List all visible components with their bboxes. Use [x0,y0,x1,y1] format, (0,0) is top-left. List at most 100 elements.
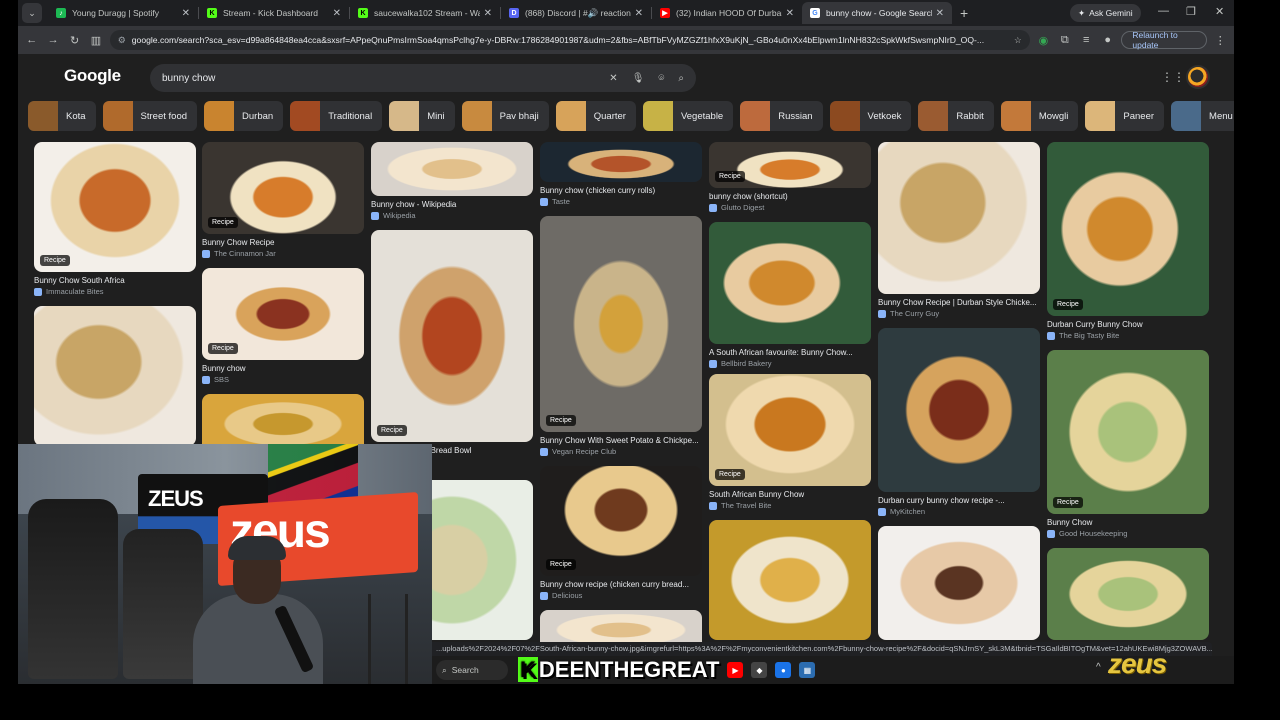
result-title[interactable]: Durban Curry Bunny Chow [1047,320,1209,329]
result-image[interactable] [878,328,1040,492]
result-source[interactable]: Vegan Recipe Club [540,447,702,456]
back-icon[interactable]: ← [24,31,39,49]
tab[interactable]: K saucewalka102 Stream - Watch ✕ [350,2,500,24]
reload-icon[interactable]: ↻ [67,31,82,49]
result-source[interactable]: Immaculate Bites [34,287,196,296]
image-result[interactable] [540,610,702,642]
result-source[interactable]: The Curry Guy [878,309,1040,318]
result-title[interactable]: Bunny Chow Recipe [202,238,364,247]
result-source[interactable]: The Travel Bite [709,501,871,510]
result-image[interactable]: Recipe [1047,350,1209,514]
result-image[interactable]: Recipe [709,374,871,486]
result-title[interactable]: South African Bunny Chow [709,490,871,499]
result-image[interactable]: Recipe [371,230,533,442]
tab[interactable]: ▶ (32) Indian HOOD Of Durban, S ✕ [652,2,802,24]
image-result[interactable]: Recipe Bunny Chow With Sweet Potato & Ch… [540,216,702,456]
result-title[interactable]: Bunny Chow South Africa [34,276,196,285]
ask-gemini-button[interactable]: ✦ Ask Gemini [1070,4,1141,22]
result-title[interactable]: Bunny Chow [1047,518,1209,527]
sidebar-icon[interactable]: ▥ [88,31,103,49]
result-title[interactable]: Bunny chow recipe (chicken curry bread..… [540,580,702,589]
result-image[interactable]: Recipe [202,142,364,234]
result-title[interactable]: Bunny chow (chicken curry rolls) [540,186,702,195]
restore-icon[interactable]: ❐ [1186,5,1196,18]
close-tab-icon[interactable]: ✕ [786,8,794,19]
lens-icon[interactable]: ⌾ [658,73,664,84]
result-image[interactable]: Recipe [540,466,702,576]
image-result[interactable] [34,306,196,446]
image-result[interactable]: Recipe bunny chow (shortcut) Glutto Dige… [709,142,871,212]
result-image[interactable] [371,142,533,196]
close-tab-icon[interactable]: ✕ [333,8,341,19]
result-image[interactable] [34,306,196,446]
result-source[interactable]: Taste [540,197,702,206]
result-source[interactable]: Glutto Digest [709,203,871,212]
chip[interactable]: Vegetable [642,101,734,131]
result-title[interactable]: Bunny chow [202,364,364,373]
image-result[interactable]: Recipe Bunny chow SBS [202,268,364,384]
image-result[interactable]: Bunny chow (chicken curry rolls) Taste [540,142,702,206]
app-icon[interactable]: ▦ [799,662,816,678]
result-image[interactable] [540,610,702,642]
image-result[interactable]: Recipe Bunny Chow South Africa Immaculat… [34,142,196,296]
search-icon[interactable]: ⌕ [678,73,684,84]
more-menu-icon[interactable]: ⋮ [1213,31,1228,49]
image-result[interactable]: Recipe Bunny Chow Recipe The Cinnamon Ja… [202,142,364,258]
chip[interactable]: Durban [204,101,284,131]
image-result[interactable]: A South African favourite: Bunny Chow...… [709,222,871,368]
image-result[interactable]: Recipe ...pe - Curry in a Bread Bowl [371,230,533,455]
chrome-icon[interactable]: ● [775,662,792,678]
bookmark-star-icon[interactable]: ☆ [1014,35,1022,46]
result-title[interactable]: Bunny Chow Recipe | Durban Style Chicke.… [878,298,1040,307]
new-tab-icon[interactable]: + [960,5,968,21]
result-source[interactable]: SBS [202,375,364,384]
taskbar-search[interactable]: ⌕ Search [436,660,508,680]
voice-search-icon[interactable]: 🎙 [632,73,645,84]
result-image[interactable] [1047,548,1209,640]
result-image[interactable]: Recipe [34,142,196,272]
search-input[interactable]: bunny chow [162,73,595,84]
tab[interactable]: D (868) Discord | #🔊 reactions ✕ [501,2,651,24]
image-result[interactable] [1047,548,1209,640]
result-image[interactable] [878,142,1040,294]
chip[interactable]: Kota [28,101,96,131]
tab[interactable]: K Stream - Kick Dashboard ✕ [199,2,349,24]
chip[interactable]: Pav bhaji [461,101,549,131]
result-image[interactable] [709,520,871,640]
tab-search-icon[interactable]: ⌄ [22,3,42,23]
app-icon[interactable]: ◆ [751,662,768,678]
result-image[interactable]: Recipe [709,142,871,188]
result-title[interactable]: Durban curry bunny chow recipe -... [878,496,1040,505]
image-result[interactable]: Bunny chow - Wikipedia Wikipedia [371,142,533,220]
chip[interactable]: Traditional [290,101,383,131]
chip[interactable]: Street food [102,101,198,131]
chip[interactable]: Russian [740,101,823,131]
image-result[interactable]: Durban curry bunny chow recipe -... MyKi… [878,328,1040,516]
chevron-up-icon[interactable]: ^ [1096,662,1101,673]
image-result[interactable]: Recipe South African Bunny Chow The Trav… [709,374,871,510]
youtube-icon[interactable]: ▶ [727,662,744,678]
image-result[interactable] [709,520,871,640]
image-result[interactable]: Recipe Durban Curry Bunny Chow The Big T… [1047,142,1209,340]
chip[interactable]: Paneer [1085,101,1165,131]
extensions-puzzle-icon[interactable]: ⧉ [1057,31,1072,49]
result-image[interactable] [878,526,1040,640]
site-info-icon[interactable]: ⚙ [118,35,126,46]
image-result[interactable] [878,526,1040,640]
result-source[interactable]: The Cinnamon Jar [202,249,364,258]
result-title[interactable]: Bunny Chow With Sweet Potato & Chickpe..… [540,436,702,445]
media-controls-icon[interactable]: ≡ [1079,31,1094,49]
result-source[interactable]: The Big Tasty Bite [1047,331,1209,340]
chip[interactable]: Mowgli [1000,101,1079,131]
extension-icon[interactable]: ◉ [1036,31,1051,49]
result-source[interactable]: Bellbird Bakery [709,359,871,368]
result-source[interactable]: Good Housekeeping [1047,529,1209,538]
image-result[interactable]: Bunny Chow Recipe | Durban Style Chicke.… [878,142,1040,318]
avatar[interactable] [1186,65,1210,89]
result-image[interactable] [709,222,871,344]
result-image[interactable]: Recipe [1047,142,1209,316]
result-image[interactable]: Recipe [202,268,364,360]
chip[interactable]: Mini [389,101,455,131]
result-source[interactable]: Wikipedia [371,211,533,220]
profile-icon[interactable]: ● [1100,31,1115,49]
